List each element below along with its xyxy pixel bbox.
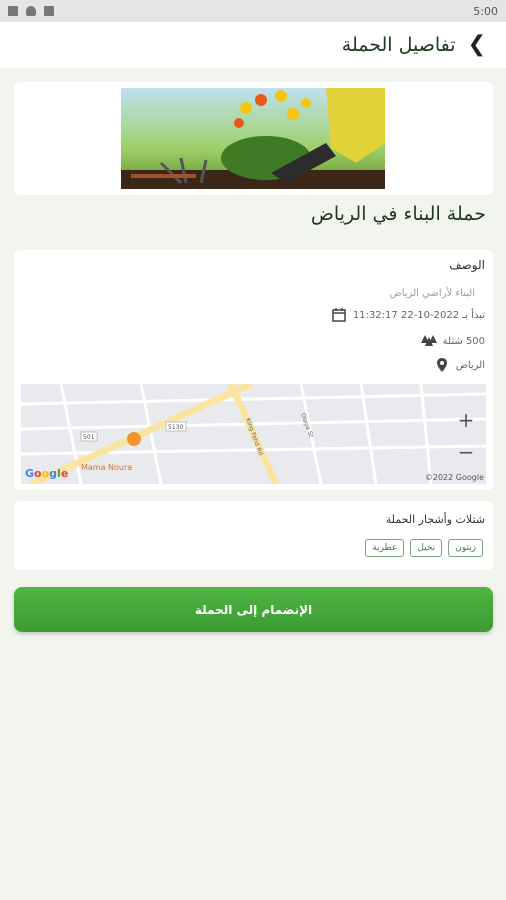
gallery-icon bbox=[8, 6, 18, 16]
location-pin-icon bbox=[436, 358, 447, 372]
date-text: تبدأ بـ 2022-10-22 11:32:17 bbox=[352, 309, 485, 321]
description-text: البناء لأراضي الرياض bbox=[389, 288, 475, 299]
map-route-5130: 5130 bbox=[168, 424, 183, 431]
date-row: تبدأ بـ 2022-10-22 11:32:17 bbox=[331, 307, 485, 323]
seedlings-row: 500 شتلة bbox=[420, 333, 485, 349]
campaign-title: حملة البناء في الرياض bbox=[310, 203, 486, 225]
plant-chip-palm[interactable]: نخيل bbox=[410, 539, 443, 557]
campaign-info-card: الوصف البناء لأراضي الرياض تبدأ بـ 2022-… bbox=[14, 250, 493, 490]
calendar-icon bbox=[332, 308, 346, 322]
campaign-image bbox=[121, 88, 385, 189]
map-view[interactable]: 501 5130 King Fahd Rd Olaya St Mama Nour… bbox=[21, 384, 486, 484]
plants-card: شتلات وأشجار الحملة زيتون نخيل عطرية bbox=[14, 501, 493, 570]
map-poi-label: Mama Noura bbox=[81, 463, 132, 472]
page-title: تفاصيل الحملة bbox=[341, 34, 456, 56]
plants-chips: زيتون نخيل عطرية bbox=[365, 539, 483, 557]
plant-chip-aromatic[interactable]: عطرية bbox=[365, 539, 405, 557]
status-bar: 5:00 bbox=[0, 0, 506, 22]
description-label: الوصف bbox=[449, 258, 485, 272]
map-copyright: ©2022 Google bbox=[424, 473, 484, 482]
zoom-out-button[interactable]: − bbox=[454, 440, 478, 464]
app-icon bbox=[44, 6, 54, 16]
status-icons bbox=[8, 6, 54, 16]
chevron-left-icon[interactable]: ❮ bbox=[468, 34, 486, 56]
google-logo: Google bbox=[25, 467, 69, 480]
status-time: 5:00 bbox=[473, 4, 498, 18]
location-row: الرياض bbox=[434, 357, 485, 373]
shield-icon bbox=[26, 6, 36, 16]
location-text: الرياض bbox=[455, 359, 485, 371]
seedlings-text: 500 شتلة bbox=[442, 335, 485, 347]
trees-icon bbox=[420, 335, 437, 346]
zoom-in-button[interactable]: + bbox=[454, 408, 478, 432]
join-campaign-button[interactable]: الإنضمام إلى الحملة bbox=[14, 587, 493, 632]
app-bar: تفاصيل الحملة ❮ bbox=[0, 22, 506, 68]
map-route-501: 501 bbox=[83, 434, 95, 441]
hero-card bbox=[14, 82, 493, 195]
plant-chip-olive[interactable]: زيتون bbox=[448, 539, 483, 557]
plants-title: شتلات وأشجار الحملة bbox=[385, 513, 485, 526]
